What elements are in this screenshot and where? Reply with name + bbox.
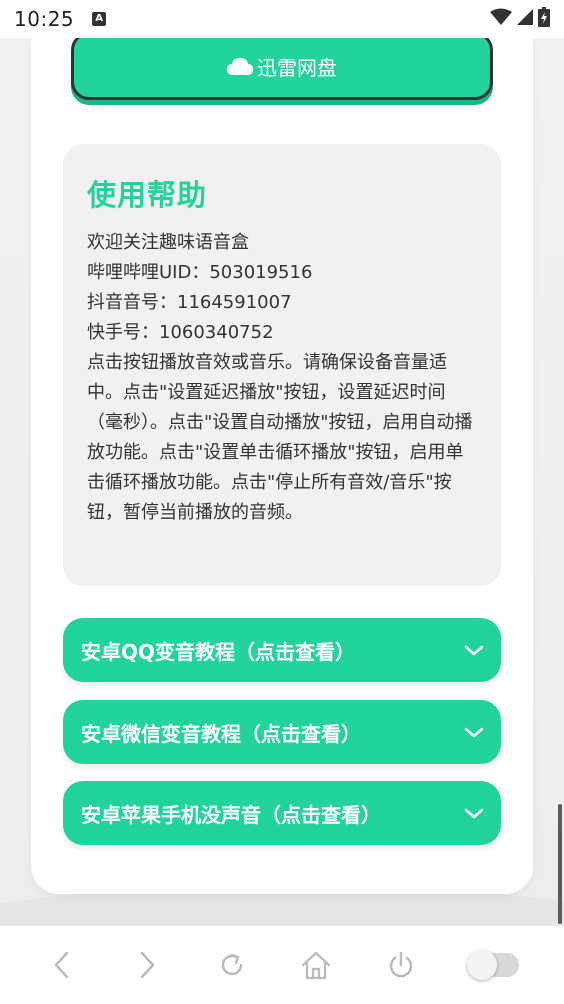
page-background: 迅雷网盘 使用帮助 欢迎关注趣味语音盒 哔哩哔哩UID：503019516 抖音… [0, 38, 564, 926]
signal-icon [516, 8, 534, 30]
chevron-down-icon [463, 639, 485, 661]
home-icon[interactable] [296, 945, 336, 985]
xunlei-netdisk-label: 迅雷网盘 [257, 55, 337, 80]
accordion-label: 安卓苹果手机没声音（点击查看） [81, 802, 381, 827]
accordion-label: 安卓QQ变音教程（点击查看） [81, 639, 356, 664]
bottom-nav [0, 926, 564, 1004]
help-kuaishou-line: 快手号：1060340752 [87, 322, 274, 343]
chevron-down-icon [463, 721, 485, 743]
refresh-icon[interactable] [212, 945, 252, 985]
forward-icon[interactable] [127, 945, 167, 985]
back-icon[interactable] [42, 945, 82, 985]
status-bar: 10:25 A [0, 0, 564, 38]
accordion-wechat-voice-tutorial[interactable]: 安卓微信变音教程（点击查看） [63, 700, 501, 764]
scrollbar[interactable] [558, 804, 562, 924]
accordion-no-sound-help[interactable]: 安卓苹果手机没声音（点击查看） [63, 781, 501, 845]
wifi-icon [490, 8, 512, 30]
help-section: 使用帮助 欢迎关注趣味语音盒 哔哩哔哩UID：503019516 抖音音号：11… [63, 144, 501, 586]
help-welcome-line: 欢迎关注趣味语音盒 [87, 232, 249, 253]
help-bilibili-line: 哔哩哔哩UID：503019516 [87, 262, 313, 283]
content-card: 迅雷网盘 使用帮助 欢迎关注趣味语音盒 哔哩哔哩UID：503019516 抖音… [31, 38, 533, 894]
accordion-label: 安卓微信变音教程（点击查看） [81, 721, 361, 746]
status-icons [490, 7, 550, 31]
help-description: 点击按钮播放音效或音乐。请确保设备音量适中。点击"设置延迟播放"按钮，设置延迟时… [87, 352, 473, 523]
toggle-switch[interactable] [466, 945, 522, 985]
help-douyin-line: 抖音音号：1164591007 [87, 292, 292, 313]
accordion-qq-voice-tutorial[interactable]: 安卓QQ变音教程（点击查看） [63, 618, 501, 682]
status-time: 10:25 [14, 7, 75, 31]
a-icon: A [92, 12, 107, 26]
battery-charging-icon [538, 7, 550, 31]
chevron-down-icon [463, 802, 485, 824]
cloud-icon [227, 57, 253, 75]
xunlei-netdisk-button[interactable]: 迅雷网盘 [71, 38, 493, 100]
help-title: 使用帮助 [87, 178, 208, 212]
power-icon[interactable] [381, 945, 421, 985]
